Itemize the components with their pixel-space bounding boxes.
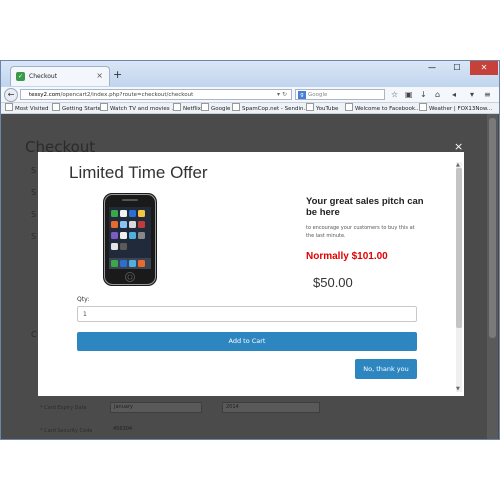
scroll-down-icon[interactable]: ▼	[456, 386, 460, 392]
expiry-month-select[interactable]: January	[110, 402, 202, 413]
page-fragment: S	[31, 166, 37, 175]
reload-icon[interactable]: ▾ ↻	[277, 90, 287, 100]
normal-price: Normally $101.00	[306, 251, 388, 262]
modal-close-icon[interactable]: ×	[454, 140, 463, 153]
search-placeholder: Google	[308, 92, 328, 98]
bookmarks-bar: Most Visited Getting Started Watch TV an…	[1, 103, 499, 114]
scroll-up-icon[interactable]: ▲	[456, 162, 460, 168]
card-expiry-label: * Card Expiry Date	[40, 405, 87, 411]
tab-checkout[interactable]: ✓ Checkout ×	[10, 66, 110, 86]
download-icon[interactable]: ↓	[420, 90, 427, 99]
qty-value: 1	[83, 311, 87, 318]
window-controls: — ☐ ✕	[420, 61, 498, 77]
page-fragment: C	[31, 330, 37, 339]
sales-pitch-heading: Your great sales pitch can be here	[306, 196, 424, 218]
tab-title: Checkout	[29, 73, 58, 80]
url-path: /opencart2/index.php?route=checkout/chec…	[60, 92, 194, 98]
card-security-field[interactable]: 456304	[110, 425, 320, 436]
add-to-cart-button[interactable]: Add to Cart	[77, 332, 417, 351]
favicon-icon: ✓	[16, 72, 25, 81]
qty-label: Qty:	[77, 296, 90, 303]
menu-dropdown-icon[interactable]: ▾	[470, 90, 474, 99]
tab-close-icon[interactable]: ×	[96, 71, 103, 80]
page-scrollbar-thumb[interactable]	[489, 118, 496, 338]
minimize-button[interactable]: —	[420, 61, 444, 75]
maximize-button[interactable]: ☐	[445, 61, 469, 75]
clipboard-icon[interactable]: ▣	[405, 90, 413, 99]
page-fragment: S	[31, 232, 37, 241]
url-host: tessy2.com	[29, 92, 61, 98]
page-fragment: S	[31, 210, 37, 219]
iphone-product-image	[100, 192, 160, 288]
hamburger-menu-icon[interactable]: ≡	[484, 90, 491, 99]
close-window-button[interactable]: ✕	[470, 61, 498, 75]
google-search-icon[interactable]: g	[298, 91, 306, 99]
no-thanks-button[interactable]: No, thank you	[355, 359, 417, 379]
url-bar[interactable]: tessy2.com/opencart2/index.php?route=che…	[20, 89, 292, 100]
sales-pitch-subtext: to encourage your customers to buy this …	[306, 225, 415, 239]
qty-input[interactable]: 1	[77, 306, 417, 322]
home-icon[interactable]: ⌂	[435, 90, 440, 99]
back-button[interactable]: ←	[4, 88, 18, 102]
expiry-year-select[interactable]: 2014	[222, 402, 320, 413]
bookmark-star-icon[interactable]: ☆	[391, 90, 398, 99]
card-security-label: * Card Security Code	[40, 428, 93, 434]
page-fragment: S	[31, 188, 37, 197]
search-bar[interactable]: g Google	[295, 89, 385, 100]
share-icon[interactable]: ◂	[452, 90, 456, 99]
modal-title: Limited Time Offer	[69, 163, 208, 182]
modal-scrollbar-thumb[interactable]	[456, 168, 462, 328]
new-tab-button[interactable]: +	[113, 68, 122, 81]
offer-price: $50.00	[313, 275, 353, 290]
